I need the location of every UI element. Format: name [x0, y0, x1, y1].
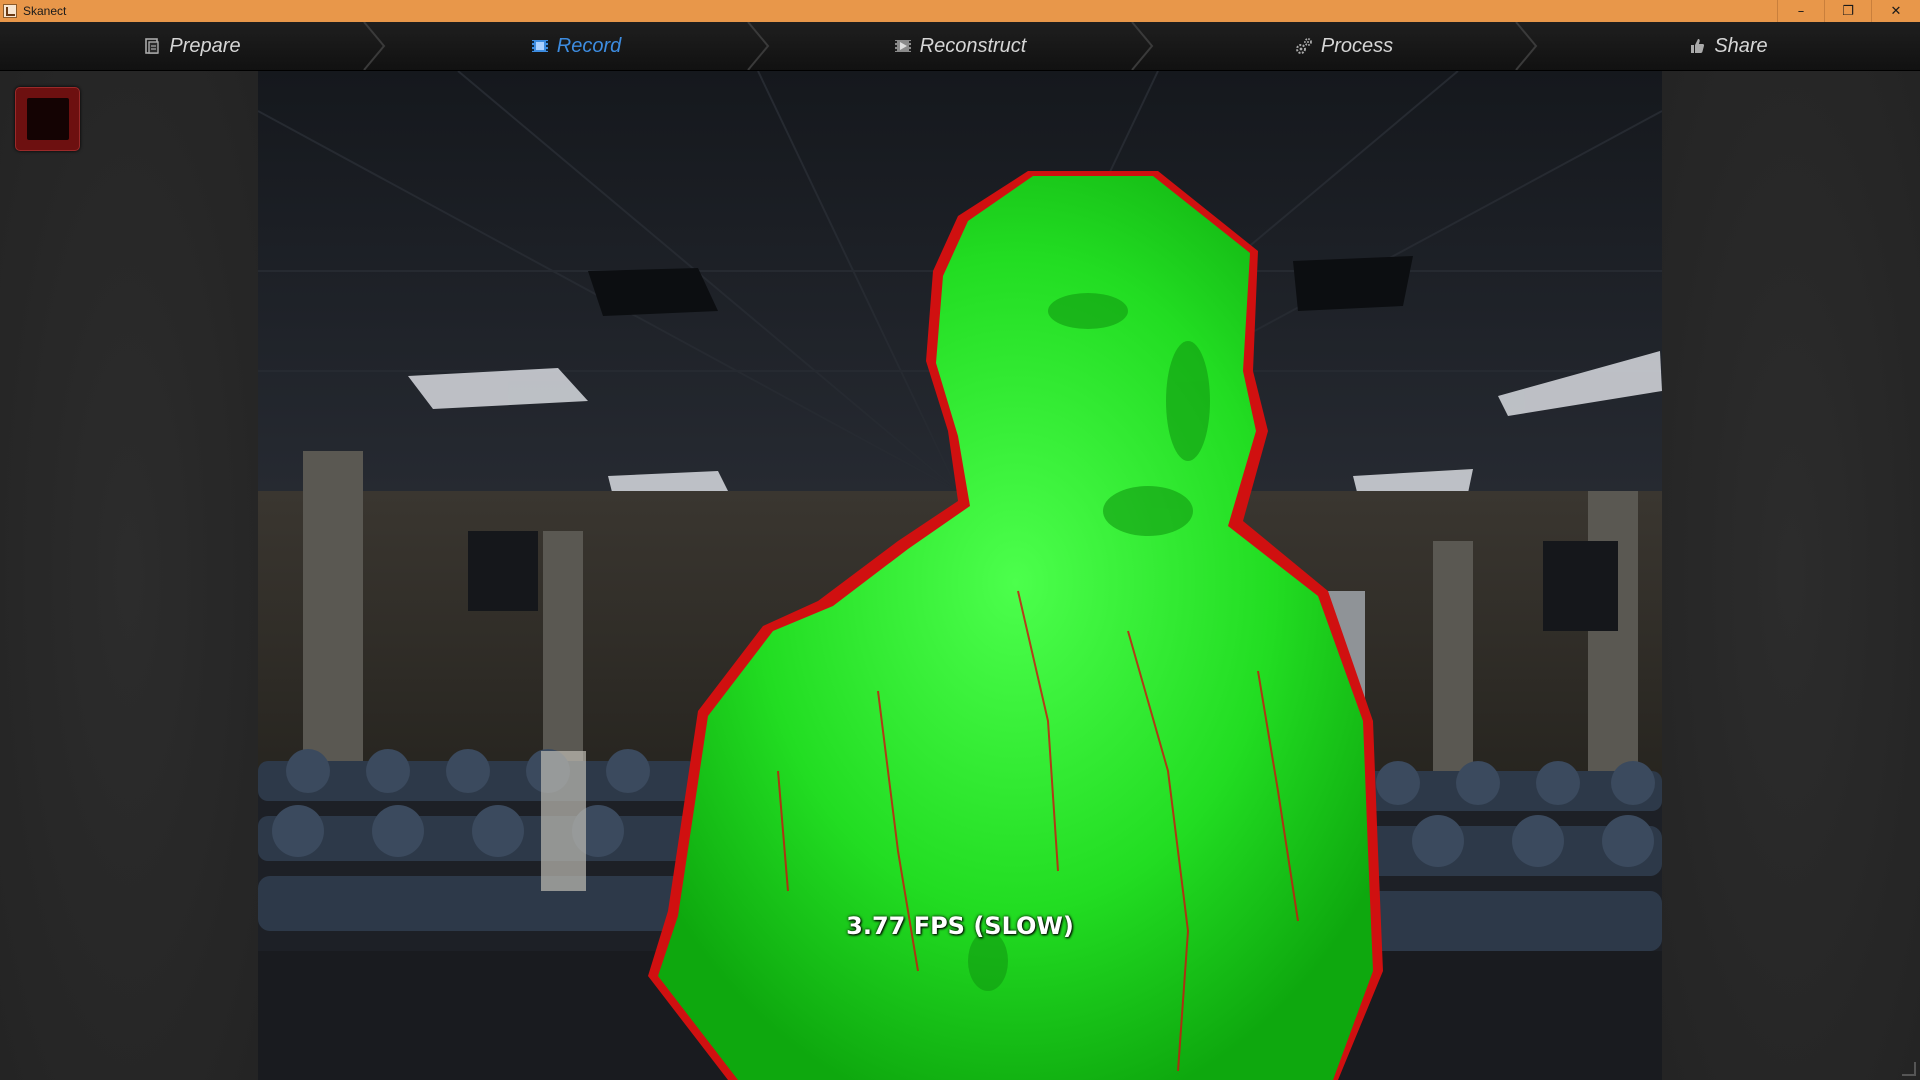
gears-icon — [1295, 38, 1312, 54]
window-controls: – ❐ ✕ — [1777, 0, 1920, 22]
app-icon — [3, 4, 17, 18]
fps-indicator: 3.77 FPS (SLOW) — [846, 912, 1074, 940]
tab-reconstruct-label: Reconstruct — [919, 34, 1027, 57]
window-title: Skanect — [23, 4, 67, 18]
tab-separator — [1515, 22, 1538, 70]
restore-button[interactable]: ❐ — [1824, 0, 1871, 22]
stop-record-button[interactable] — [15, 87, 80, 151]
left-panel — [0, 71, 258, 1080]
right-panel — [1662, 71, 1920, 1080]
tab-separator — [363, 22, 386, 70]
tab-record[interactable]: Record — [384, 22, 770, 70]
close-button[interactable]: ✕ — [1871, 0, 1920, 22]
thumbs-up-icon — [1691, 39, 1705, 53]
record-icon — [531, 40, 548, 52]
workflow-tab-bar: Prepare Record Reconstruct Process Share — [0, 22, 1920, 71]
resize-grip[interactable] — [1902, 1062, 1916, 1076]
tab-separator — [1131, 22, 1154, 70]
minimize-button[interactable]: – — [1777, 0, 1824, 22]
tab-process-label: Process — [1320, 34, 1394, 57]
tab-process[interactable]: Process — [1152, 22, 1538, 70]
reconstruct-icon — [894, 40, 911, 52]
tab-separator — [747, 22, 770, 70]
stop-icon — [26, 98, 69, 140]
title-bar: Skanect – ❐ ✕ — [0, 0, 1920, 22]
tab-prepare-label: Prepare — [169, 34, 241, 57]
tab-share-label: Share — [1714, 34, 1768, 57]
tab-share[interactable]: Share — [1536, 22, 1920, 70]
tab-record-label: Record — [556, 34, 622, 57]
tab-reconstruct[interactable]: Reconstruct — [768, 22, 1154, 70]
tab-prepare[interactable]: Prepare — [0, 22, 386, 70]
prepare-icon — [145, 38, 160, 54]
